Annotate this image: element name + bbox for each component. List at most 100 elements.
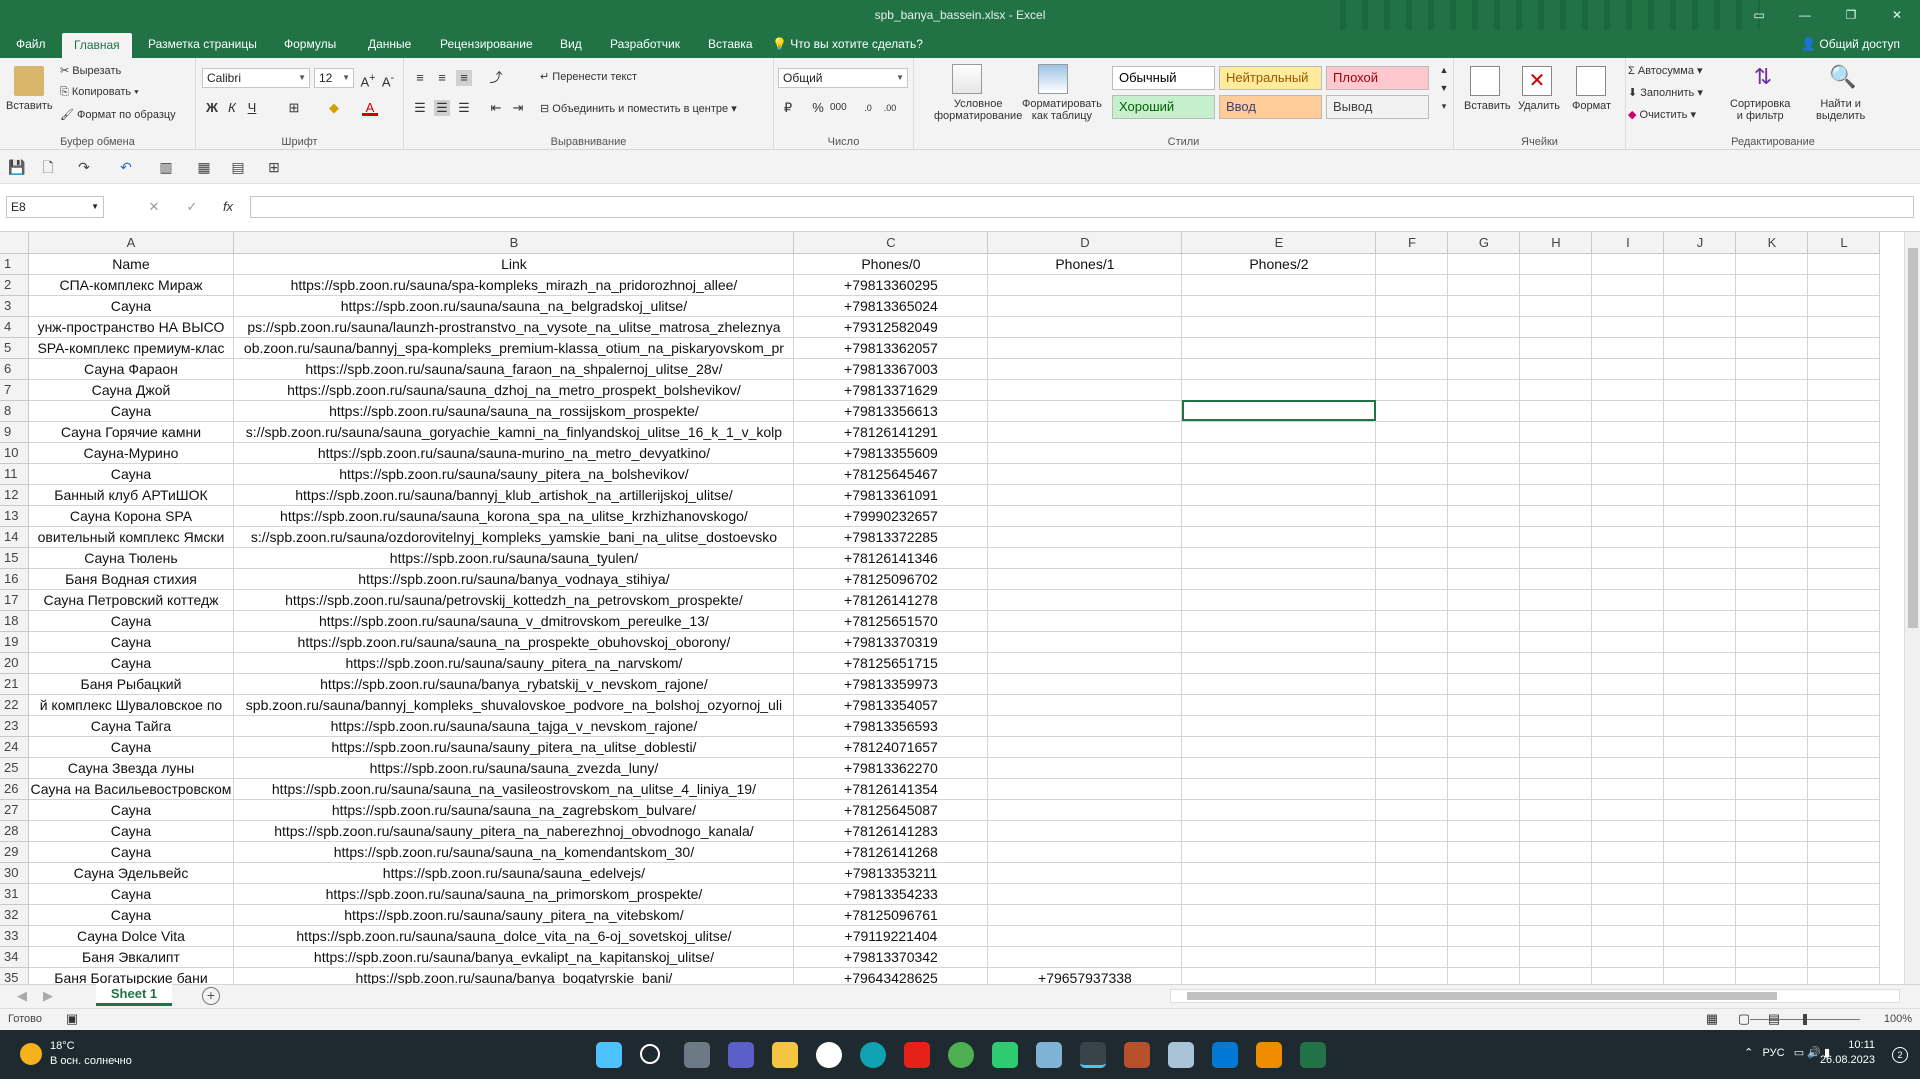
row-header[interactable]: 35 bbox=[0, 967, 29, 984]
cell[interactable] bbox=[1375, 295, 1449, 317]
cell[interactable] bbox=[1735, 652, 1809, 674]
cell[interactable]: https://spb.zoon.ru/sauna/sauna_na_belgr… bbox=[233, 295, 795, 317]
cell[interactable] bbox=[1519, 967, 1593, 984]
enter-icon[interactable]: ✓ bbox=[184, 199, 200, 215]
comma-style-icon[interactable]: 000 bbox=[830, 100, 847, 116]
cell[interactable]: https://spb.zoon.ru/sauna/sauna_edelvejs… bbox=[233, 862, 795, 884]
cell[interactable] bbox=[987, 526, 1183, 548]
github-icon[interactable] bbox=[816, 1042, 842, 1068]
find-select-button[interactable]: Найти и выделить bbox=[1816, 98, 1865, 122]
cell[interactable]: https://spb.zoon.ru/sauna/banya_vodnaya_… bbox=[233, 568, 795, 590]
cell[interactable] bbox=[1807, 946, 1881, 968]
cell[interactable] bbox=[1735, 778, 1809, 800]
row-header[interactable]: 15 bbox=[0, 547, 29, 569]
cell[interactable] bbox=[1807, 358, 1881, 380]
format-as-table-icon[interactable] bbox=[1038, 64, 1068, 94]
redo-icon[interactable]: ↷ bbox=[76, 159, 92, 175]
cell[interactable]: +79813354057 bbox=[793, 694, 989, 716]
cell[interactable] bbox=[1807, 547, 1881, 569]
cell[interactable] bbox=[1447, 946, 1521, 968]
cell[interactable] bbox=[1807, 421, 1881, 443]
cell[interactable]: Баня Водная стихия bbox=[28, 568, 235, 590]
row-header[interactable]: 21 bbox=[0, 673, 29, 695]
cell[interactable]: https://spb.zoon.ru/sauna/sauna_korona_s… bbox=[233, 505, 795, 527]
cell[interactable] bbox=[1519, 925, 1593, 947]
cell[interactable] bbox=[1447, 589, 1521, 611]
cell[interactable] bbox=[1591, 841, 1665, 863]
row-header[interactable]: 18 bbox=[0, 610, 29, 632]
cell[interactable] bbox=[1447, 610, 1521, 632]
cell[interactable] bbox=[1181, 610, 1377, 632]
cell[interactable] bbox=[1447, 862, 1521, 884]
cell[interactable] bbox=[1591, 946, 1665, 968]
cell[interactable]: SPA-комплекс премиум-клас bbox=[28, 337, 235, 359]
cell[interactable] bbox=[1519, 841, 1593, 863]
column-header[interactable]: F bbox=[1375, 232, 1449, 254]
cell[interactable] bbox=[987, 799, 1183, 821]
cell[interactable] bbox=[1735, 337, 1809, 359]
cell[interactable]: Сауна bbox=[28, 652, 235, 674]
kaspersky-icon[interactable] bbox=[992, 1042, 1018, 1068]
cell[interactable]: https://spb.zoon.ru/sauna/sauna_dzhoj_na… bbox=[233, 379, 795, 401]
clear-button[interactable]: ◆ Очистить ▾ bbox=[1628, 108, 1696, 121]
copy-button[interactable]: ⎘ Копировать ▾ bbox=[60, 86, 139, 99]
align-top-icon[interactable]: ≡ bbox=[412, 70, 428, 86]
cell[interactable] bbox=[1663, 253, 1737, 275]
cell[interactable] bbox=[1735, 715, 1809, 737]
row-header[interactable]: 9 bbox=[0, 421, 29, 443]
row-header[interactable]: 17 bbox=[0, 589, 29, 611]
cell[interactable] bbox=[1519, 862, 1593, 884]
cell[interactable] bbox=[1375, 442, 1449, 464]
name-box[interactable]: E8 ▼ bbox=[6, 196, 104, 218]
cell[interactable] bbox=[1591, 820, 1665, 842]
cell[interactable] bbox=[1663, 421, 1737, 443]
cell[interactable]: https://spb.zoon.ru/sauna/sauny_pitera_n… bbox=[233, 652, 795, 674]
cell[interactable] bbox=[1591, 652, 1665, 674]
cell[interactable] bbox=[1181, 715, 1377, 737]
cell[interactable] bbox=[1807, 568, 1881, 590]
row-header[interactable]: 14 bbox=[0, 526, 29, 548]
currency-icon[interactable]: ₽ bbox=[780, 100, 796, 116]
align-bottom-icon[interactable]: ≡ bbox=[456, 70, 472, 86]
format-cells-button[interactable]: Формат bbox=[1572, 100, 1611, 112]
cell[interactable] bbox=[1591, 463, 1665, 485]
formula-input[interactable] bbox=[250, 196, 1914, 218]
cell[interactable] bbox=[1181, 442, 1377, 464]
cell[interactable]: +78125645467 bbox=[793, 463, 989, 485]
display-icon[interactable]: ▭ bbox=[1794, 1047, 1804, 1059]
cell-style-option[interactable]: Хороший bbox=[1112, 95, 1215, 119]
cell[interactable]: +79813360295 bbox=[793, 274, 989, 296]
winrar-icon[interactable] bbox=[1124, 1042, 1150, 1068]
cell[interactable] bbox=[1181, 673, 1377, 695]
paste-icon[interactable] bbox=[14, 66, 44, 96]
row-header[interactable]: 25 bbox=[0, 757, 29, 779]
pivot-icon[interactable]: ▦ bbox=[196, 159, 212, 175]
cell[interactable] bbox=[1447, 358, 1521, 380]
teams-icon[interactable] bbox=[728, 1042, 754, 1068]
cell[interactable] bbox=[1375, 694, 1449, 716]
table-icon[interactable]: ⊞ bbox=[266, 159, 282, 175]
styles-scroll-down-icon[interactable]: ▼ bbox=[1436, 80, 1452, 96]
cell[interactable] bbox=[1447, 568, 1521, 590]
tab-review[interactable]: Рецензирование bbox=[428, 30, 545, 58]
row-header[interactable]: 10 bbox=[0, 442, 29, 464]
column-header[interactable]: G bbox=[1447, 232, 1521, 254]
cell[interactable] bbox=[1663, 631, 1737, 653]
cell[interactable] bbox=[1375, 400, 1449, 422]
cell[interactable] bbox=[1591, 673, 1665, 695]
cell[interactable] bbox=[1735, 862, 1809, 884]
cell[interactable] bbox=[1375, 820, 1449, 842]
cell[interactable]: й комплекс Шуваловское по bbox=[28, 694, 235, 716]
zoom-level[interactable]: 100% bbox=[1884, 1013, 1912, 1025]
cell[interactable] bbox=[1447, 274, 1521, 296]
cell[interactable] bbox=[987, 295, 1183, 317]
cell[interactable] bbox=[1375, 673, 1449, 695]
cell[interactable] bbox=[1735, 526, 1809, 548]
cell[interactable]: +79813353211 bbox=[793, 862, 989, 884]
cell[interactable]: Сауна Петровский коттедж bbox=[28, 589, 235, 611]
cell[interactable] bbox=[1375, 379, 1449, 401]
cell[interactable]: СПА-комплекс Мираж bbox=[28, 274, 235, 296]
cell[interactable] bbox=[1181, 736, 1377, 758]
cell[interactable]: +79813355609 bbox=[793, 442, 989, 464]
cell-style-option[interactable]: Ввод bbox=[1219, 95, 1322, 119]
